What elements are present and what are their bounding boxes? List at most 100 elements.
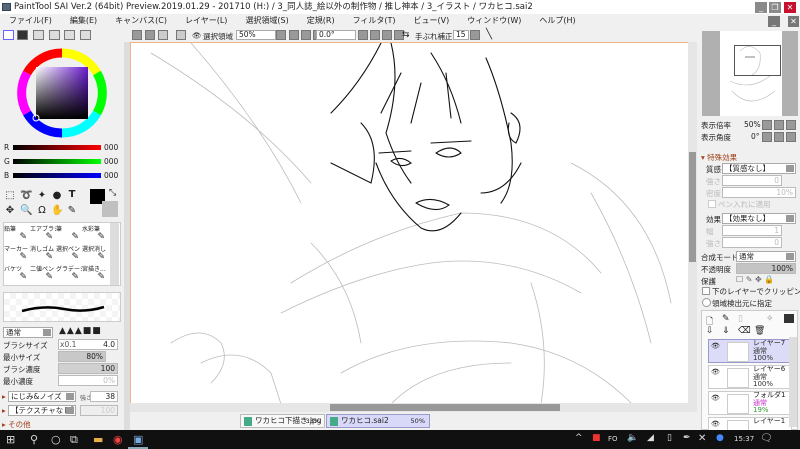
nav-zoom-in-button[interactable] xyxy=(774,120,784,130)
magic-wand-icon[interactable]: ✦ xyxy=(36,190,48,202)
min-density-field[interactable]: 0% xyxy=(58,375,118,386)
paper-dropdown[interactable]: 【質感なし】 xyxy=(722,163,796,174)
brush-slot-0[interactable]: 鉛筆 ✎ xyxy=(4,224,30,244)
transfer-down-icon[interactable]: ⇓ xyxy=(722,326,730,336)
view-zoom-value[interactable]: 50% xyxy=(744,120,761,129)
volume-icon[interactable]: 🔈 xyxy=(627,433,638,443)
menu-item-4[interactable]: 選択領域(S) xyxy=(236,14,297,28)
mask-icon[interactable] xyxy=(784,314,794,323)
eye-icon[interactable]: 👁 xyxy=(192,31,202,40)
clock[interactable]: 15:37 xyxy=(734,435,754,443)
menu-item-6[interactable]: フィルタ(T) xyxy=(344,14,405,28)
zoom-icon[interactable]: 🔍 xyxy=(20,205,32,217)
dropbox-icon[interactable]: ● xyxy=(716,433,724,443)
brush-slot-4[interactable]: マーカー ✎ xyxy=(4,244,30,264)
navigator-preview[interactable] xyxy=(702,31,798,116)
ime-indicator[interactable]: FO xyxy=(608,435,618,443)
pen-apply-checkbox[interactable] xyxy=(708,200,716,208)
brush-slot-5[interactable]: 消しゴム ✎ xyxy=(30,244,56,264)
protect-icons[interactable]: ☐ ✎ ✥ 🔒 xyxy=(736,275,774,284)
clear-layer-icon[interactable]: ⌫ xyxy=(738,326,751,336)
lasso-icon[interactable]: ➰ xyxy=(20,190,32,202)
horizontal-scrollbar[interactable] xyxy=(130,403,697,412)
mixer-tab[interactable] xyxy=(49,30,60,40)
brush-slot-9[interactable]: 二値ペン ✎ xyxy=(30,264,56,284)
network-icon[interactable]: ◢ xyxy=(647,433,654,443)
pen-icon[interactable]: ✒ xyxy=(683,433,691,443)
color-wheel[interactable] xyxy=(14,48,110,138)
zoom-in-button[interactable] xyxy=(301,30,311,40)
rotate-icon[interactable]: Ω xyxy=(36,205,48,217)
brush-shape-selector[interactable]: ▲▲▲■■ xyxy=(59,326,102,336)
r-slider[interactable] xyxy=(13,145,101,150)
rotate-left-button[interactable] xyxy=(370,30,380,40)
brush-slot-2[interactable]: 筆 ✎ xyxy=(56,224,82,244)
windows-start-icon[interactable]: ⊞ xyxy=(6,433,15,446)
swap-colors-icon[interactable]: ⤡ xyxy=(109,188,116,198)
menu-item-8[interactable]: ウィンドウ(W) xyxy=(458,14,530,28)
layer-row[interactable]: 👁 レイヤー6 通常 100% xyxy=(708,365,792,389)
visibility-eye-icon[interactable]: 👁 xyxy=(711,394,721,402)
drawing-canvas[interactable] xyxy=(130,42,688,405)
search-icon[interactable]: ⚲ xyxy=(30,433,38,446)
visibility-eye-icon[interactable]: 👁 xyxy=(711,420,721,428)
hand-icon[interactable]: ✋ xyxy=(51,205,63,217)
angle-field[interactable]: 0.0° xyxy=(316,30,356,40)
tab-0[interactable]: ワカヒコ下描き.jpg 33% xyxy=(240,414,325,428)
zoom-field[interactable]: 50% xyxy=(236,30,276,40)
layer-scrollbar[interactable] xyxy=(789,337,797,427)
redo-button[interactable] xyxy=(158,30,168,40)
rgb-slider-tab[interactable] xyxy=(17,30,28,40)
doc-minimize-button[interactable]: _ xyxy=(768,16,780,27)
navigator-viewport[interactable] xyxy=(734,45,781,76)
tray-chevron-icon[interactable]: ^ xyxy=(575,433,583,443)
usb-icon[interactable]: ▯ xyxy=(667,433,672,443)
menu-button[interactable] xyxy=(132,30,142,40)
new-pen-layer-icon[interactable]: ✎ xyxy=(722,314,730,324)
file-explorer-icon[interactable]: ▬ xyxy=(93,433,103,446)
doc-close-button[interactable]: ✕ xyxy=(788,16,799,27)
paper-strength-field[interactable]: 0 xyxy=(722,175,782,186)
merge-down-icon[interactable]: ⇩ xyxy=(706,326,714,336)
vertical-scrollbar[interactable] xyxy=(688,42,697,403)
hsv-slider-tab[interactable] xyxy=(33,30,44,40)
texture-dropdown[interactable]: 【テクスチャなし】 xyxy=(8,405,78,416)
paper-density-field[interactable]: 10% xyxy=(722,187,796,198)
maximize-button[interactable]: ❐ xyxy=(769,2,781,13)
view-angle-value[interactable]: 0° xyxy=(751,132,760,141)
brush-slot-11[interactable]: 宮描き... ✎ xyxy=(82,264,108,284)
menu-item-9[interactable]: ヘルプ(H) xyxy=(530,14,584,28)
delete-layer-icon[interactable]: 🗑 xyxy=(754,326,765,336)
effect-dropdown[interactable]: 【効果なし】 xyxy=(722,213,796,224)
density-field[interactable]: 100 xyxy=(58,363,118,374)
blend-mode-dropdown[interactable]: 通常 xyxy=(3,327,53,338)
stabilizer-dropdown[interactable] xyxy=(470,30,480,40)
close-button[interactable]: ✕ xyxy=(784,2,796,13)
effect-width-field[interactable]: 1 xyxy=(722,225,782,236)
nav-zoom-reset-button[interactable] xyxy=(786,120,796,130)
nav-zoom-out-button[interactable] xyxy=(762,120,772,130)
effects-section[interactable]: ▾ 特殊効果 xyxy=(701,152,737,163)
effect-strength-field[interactable]: 0 xyxy=(722,237,782,248)
menu-item-0[interactable]: ファイル(F) xyxy=(0,14,61,28)
source-radio[interactable] xyxy=(702,298,711,307)
swatch-tab[interactable] xyxy=(64,30,75,40)
fill-select-icon[interactable]: ● xyxy=(51,190,63,202)
background-color[interactable] xyxy=(102,201,118,217)
g-slider[interactable] xyxy=(13,159,101,164)
brush-slot-1[interactable]: エアブラシ✎ xyxy=(30,224,56,244)
menu-item-1[interactable]: 編集(E) xyxy=(61,14,106,28)
nav-rotate-reset-button[interactable] xyxy=(786,132,796,142)
notification-icon[interactable]: 🗨 xyxy=(760,433,773,444)
menu-item-5[interactable]: 定規(R) xyxy=(298,14,344,28)
scratchpad-tab[interactable] xyxy=(80,30,91,40)
tray-app-icon[interactable]: ■ xyxy=(592,433,601,443)
nav-rotate-left-button[interactable] xyxy=(762,132,772,142)
visibility-eye-icon[interactable]: 👁 xyxy=(711,368,721,376)
min-size-field[interactable]: 80% xyxy=(58,351,106,362)
task-view-icon[interactable]: ⧉ xyxy=(70,433,78,447)
brush-slot-6[interactable]: 選択ペン ✎ xyxy=(56,244,82,264)
tab-1[interactable]: ワカヒコ.sai2 50% xyxy=(326,414,430,428)
x-app-icon[interactable]: ✕ xyxy=(698,433,706,444)
cortana-icon[interactable]: ○ xyxy=(51,433,61,446)
